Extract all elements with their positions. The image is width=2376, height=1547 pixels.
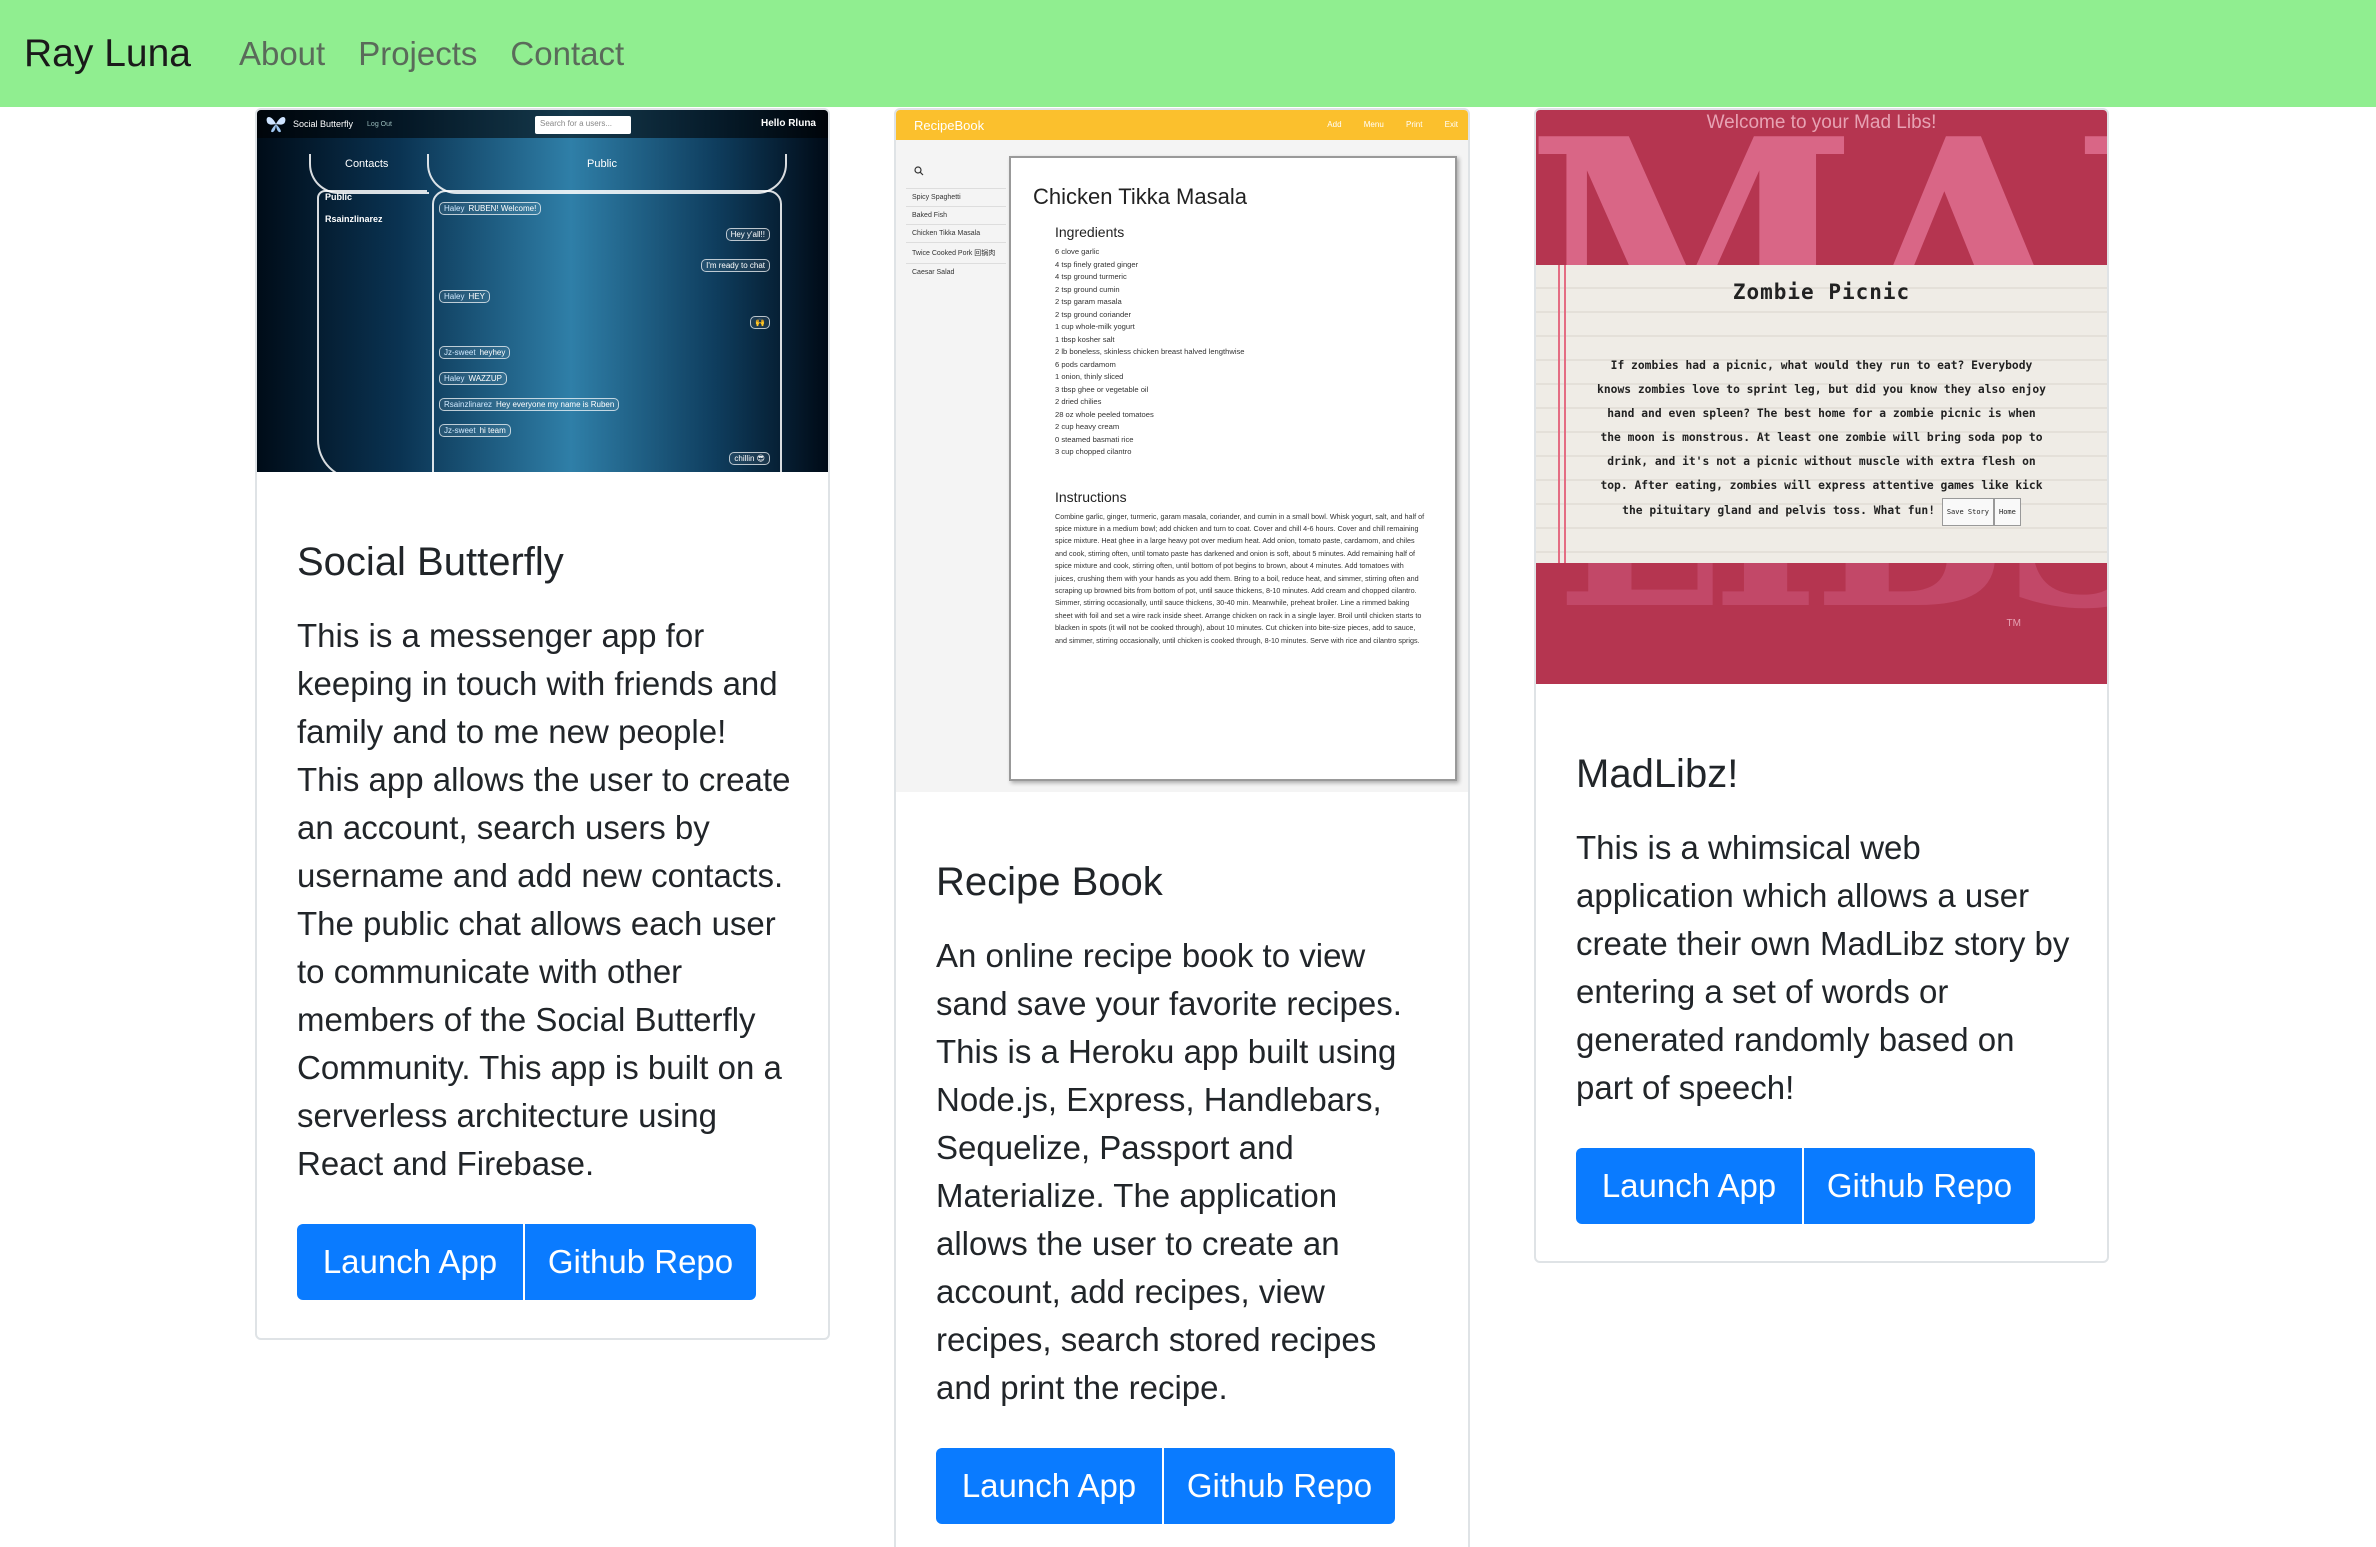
rb-ingredients-list: 6 clove garlic 4 tsp finely grated ginge… — [1055, 247, 1245, 456]
card-title: MadLibz! — [1576, 752, 1739, 796]
brand-link[interactable]: Ray Luna — [24, 32, 191, 76]
nav-link-contact[interactable]: Contact — [510, 35, 624, 73]
rb-top-links: Add Menu Print Exit — [1327, 120, 1458, 129]
sb-contact-public: Public — [325, 192, 353, 202]
sb-contact-list: Public Rsainzlinarez — [319, 190, 429, 234]
rb-recipe-page: Chicken Tikka Masala Ingredients 6 clove… — [1009, 156, 1457, 781]
sb-message: Jz-sweet heyhey — [439, 346, 511, 359]
sb-contact-rsainzlinarez: Rsainzlinarez — [325, 214, 383, 224]
navbar: Ray Luna About Projects Contact — [0, 0, 2376, 107]
launch-app-button[interactable]: Launch App — [936, 1448, 1162, 1524]
launch-app-button[interactable]: Launch App — [297, 1224, 523, 1300]
sb-app-name: Social Butterfly — [293, 119, 354, 129]
sb-message: chillin 😎 — [729, 452, 770, 465]
project-card-madlibz: MAD LIBS Welcome to your Mad Libs! Zombi… — [1534, 108, 2109, 1263]
button-group: Launch App Github Repo — [1576, 1148, 2071, 1224]
card-title: Recipe Book — [936, 860, 1163, 904]
card-description: This is a whimsical web application whic… — [1576, 829, 2070, 1106]
ml-home-button: Home — [1993, 498, 2021, 526]
nav-link-about[interactable]: About — [239, 35, 325, 73]
launch-app-button[interactable]: Launch App — [1576, 1148, 1802, 1224]
recipe-book-screenshot: RecipeBook Add Menu Print Exit Spicy Spa… — [896, 110, 1468, 792]
rb-app-name: RecipeBook — [914, 117, 985, 133]
rb-recipe-item: Caesar Salad — [906, 263, 1006, 281]
ml-story-title: Zombie Picnic — [1732, 280, 1911, 304]
rb-recipe-item: Chicken Tikka Masala — [906, 224, 1006, 242]
card-title: Social Butterfly — [297, 540, 564, 584]
card-body: Recipe Book An online recipe book to vie… — [936, 858, 1432, 1524]
ml-welcome: Welcome to your Mad Libs! — [1706, 112, 1937, 133]
github-repo-button[interactable]: Github Repo — [525, 1224, 756, 1300]
butterfly-icon — [266, 117, 286, 133]
ml-save-story-button: Save Story — [1941, 498, 1994, 526]
sb-message: Jz-sweet hi team — [439, 424, 511, 437]
button-group: Launch App Github Repo — [936, 1448, 1432, 1524]
sb-message: Rsainzlinarez Hey everyone my name is Rub… — [439, 398, 620, 411]
sb-frame-right — [427, 154, 787, 194]
sb-logout: Log Out — [367, 120, 392, 128]
sb-message: Haley HEY — [439, 290, 490, 303]
rb-instructions-heading: Instructions — [1055, 488, 1127, 505]
search-icon — [914, 166, 924, 176]
rb-recipe-title: Chicken Tikka Masala — [1033, 184, 1247, 209]
social-butterfly-screenshot: Social Butterfly Log Out Search for a us… — [257, 110, 828, 472]
rb-recipe-item: Twice Cooked Pork 回锅肉 — [906, 242, 1006, 263]
sb-message: Haley WAZZUP — [439, 372, 507, 385]
ml-margin-line — [1558, 265, 1560, 563]
sb-frame-left — [309, 154, 429, 194]
rb-header: RecipeBook Add Menu Print Exit — [896, 110, 1468, 140]
rb-ingredients-heading: Ingredients — [1055, 224, 1125, 240]
sb-message: I'm ready to chat — [701, 259, 770, 272]
card-body: MadLibz! This is a whimsical web applica… — [1576, 750, 2071, 1224]
card-body: Social Butterfly This is a messenger app… — [297, 538, 792, 1300]
rb-recipe-item: Spicy Spaghetti — [906, 188, 1006, 206]
github-repo-button[interactable]: Github Repo — [1804, 1148, 2035, 1224]
sb-message: Hey y'all!! — [725, 228, 770, 241]
rb-recipe-list: Spicy Spaghetti Baked Fish Chicken Tikka… — [906, 188, 1006, 281]
nav-link-projects[interactable]: Projects — [358, 35, 477, 73]
sb-search-input: Search for a users... — [535, 116, 631, 134]
sb-message: Haley RUBEN! Welcome! — [439, 202, 542, 215]
project-card-recipe-book: RecipeBook Add Menu Print Exit Spicy Spa… — [894, 108, 1470, 1547]
card-description: This is a messenger app for keeping in t… — [297, 617, 791, 1182]
rb-instructions-text: Combine garlic, ginger, turmeric, garam … — [1055, 511, 1425, 645]
card-description: An online recipe book to view sand save … — [936, 937, 1402, 1406]
sb-greeting: Hello Rluna — [760, 118, 816, 129]
ml-trademark: TM — [2006, 618, 2021, 629]
madlibz-screenshot: MAD LIBS Welcome to your Mad Libs! Zombi… — [1536, 110, 2107, 684]
button-group: Launch App Github Repo — [297, 1224, 792, 1300]
ml-story-body: If zombies had a picnic, what would they… — [1596, 354, 2047, 526]
project-card-social-butterfly: Social Butterfly Log Out Search for a us… — [255, 108, 830, 1340]
rb-recipe-item: Baked Fish — [906, 206, 1006, 224]
github-repo-button[interactable]: Github Repo — [1164, 1448, 1395, 1524]
sb-message: 🙌 — [750, 316, 770, 329]
ml-margin-line — [1564, 265, 1566, 563]
